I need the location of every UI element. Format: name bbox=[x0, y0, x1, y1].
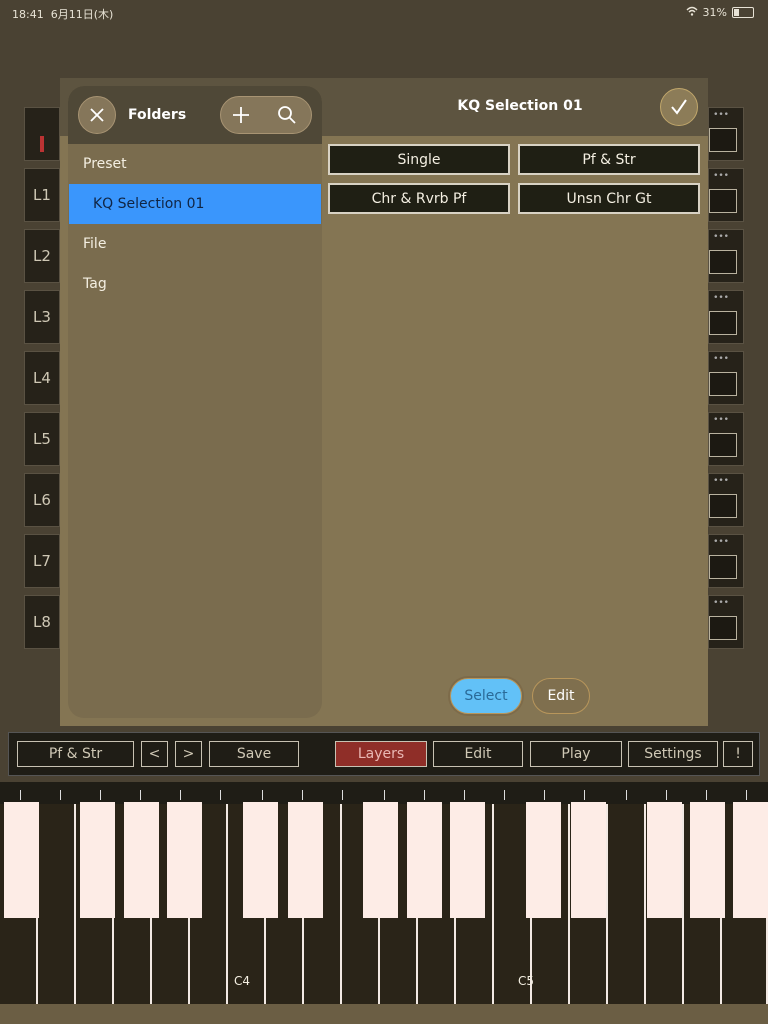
folder-item-kq-selection[interactable]: KQ Selection 01 bbox=[69, 184, 321, 224]
folders-title: Folders bbox=[128, 107, 187, 123]
black-key[interactable] bbox=[80, 802, 115, 918]
save-button[interactable]: Save bbox=[209, 741, 299, 767]
ruler-tick bbox=[140, 790, 141, 800]
status-right: 31% bbox=[686, 6, 754, 19]
search-icon bbox=[278, 106, 296, 124]
tab-play[interactable]: Play bbox=[530, 741, 622, 767]
ruler-tick bbox=[60, 790, 61, 800]
keyboard-ruler[interactable] bbox=[0, 782, 768, 804]
edit-preset-button[interactable]: Edit bbox=[532, 678, 590, 714]
black-key[interactable] bbox=[124, 802, 159, 918]
prev-preset-button[interactable]: < bbox=[141, 741, 168, 767]
ruler-tick bbox=[584, 790, 585, 800]
add-folder-button[interactable] bbox=[231, 105, 251, 129]
layer-control-2[interactable]: ••• bbox=[708, 229, 744, 283]
black-key[interactable] bbox=[647, 802, 682, 918]
current-preset-button[interactable]: Pf & Str bbox=[17, 741, 134, 767]
ruler-tick bbox=[342, 790, 343, 800]
layer-row-5[interactable]: L5 bbox=[24, 412, 60, 466]
white-key[interactable] bbox=[608, 804, 646, 1004]
battery-icon bbox=[732, 7, 754, 18]
ruler-tick bbox=[262, 790, 263, 800]
layer-control-5[interactable]: ••• bbox=[708, 412, 744, 466]
ruler-tick bbox=[384, 790, 385, 800]
layer-control-3[interactable]: ••• bbox=[708, 290, 744, 344]
status-time: 18:41 6月11日(木) bbox=[12, 8, 114, 21]
black-key[interactable] bbox=[363, 802, 398, 918]
ruler-tick bbox=[504, 790, 505, 800]
layer-row-4[interactable]: L4 bbox=[24, 351, 60, 405]
ruler-tick bbox=[220, 790, 221, 800]
black-key[interactable] bbox=[526, 802, 561, 918]
tab-edit[interactable]: Edit bbox=[433, 741, 523, 767]
layer-control-4[interactable]: ••• bbox=[708, 351, 744, 405]
battery-percent: 31% bbox=[702, 6, 727, 19]
ruler-tick bbox=[20, 790, 21, 800]
search-button[interactable] bbox=[277, 105, 297, 129]
black-key[interactable] bbox=[733, 802, 768, 918]
layer-control-6[interactable]: ••• bbox=[708, 473, 744, 527]
ruler-tick bbox=[424, 790, 425, 800]
layer-row-2[interactable]: L2 bbox=[24, 229, 60, 283]
black-key[interactable] bbox=[571, 802, 606, 918]
keyboard-bottom-bar bbox=[0, 1004, 768, 1024]
layer-control-0[interactable]: ••• bbox=[708, 107, 744, 161]
white-key[interactable] bbox=[38, 804, 76, 1004]
ruler-tick bbox=[100, 790, 101, 800]
black-key[interactable] bbox=[4, 802, 39, 918]
preset-button-chr-rvrb-pf[interactable]: Chr & Rvrb Pf bbox=[328, 183, 510, 214]
key-label-c4: C4 bbox=[234, 974, 251, 988]
next-preset-button[interactable]: > bbox=[175, 741, 202, 767]
folders-panel: Folders Preset KQ Selection 01 File Tag bbox=[68, 86, 322, 718]
ruler-tick bbox=[180, 790, 181, 800]
black-key[interactable] bbox=[243, 802, 278, 918]
layer-control-1[interactable]: ••• bbox=[708, 168, 744, 222]
status-bar: 18:41 6月11日(木) 31% bbox=[0, 0, 768, 24]
ruler-tick bbox=[544, 790, 545, 800]
ruler-tick bbox=[706, 790, 707, 800]
preset-button-unsn-chr-gt[interactable]: Unsn Chr Gt bbox=[518, 183, 700, 214]
confirm-button[interactable] bbox=[660, 88, 698, 126]
ruler-tick bbox=[666, 790, 667, 800]
level-indicator bbox=[40, 136, 44, 152]
ruler-tick bbox=[626, 790, 627, 800]
black-key[interactable] bbox=[690, 802, 725, 918]
preset-modal: KQ Selection 01 Folders Preset KQ Select… bbox=[60, 78, 708, 726]
folder-item-preset[interactable]: Preset bbox=[68, 144, 322, 184]
black-key[interactable] bbox=[167, 802, 202, 918]
black-key[interactable] bbox=[288, 802, 323, 918]
layer-row-7[interactable]: L7 bbox=[24, 534, 60, 588]
black-key[interactable] bbox=[407, 802, 442, 918]
main-toolbar: Pf & Str < > Save Layers Edit Play Setti… bbox=[8, 732, 760, 776]
layer-row-1[interactable]: L1 bbox=[24, 168, 60, 222]
close-button[interactable] bbox=[78, 96, 116, 134]
ruler-tick bbox=[746, 790, 747, 800]
folder-item-tag[interactable]: Tag bbox=[68, 264, 322, 304]
tab-settings[interactable]: Settings bbox=[628, 741, 718, 767]
layer-row-header bbox=[24, 107, 60, 161]
layer-row-3[interactable]: L3 bbox=[24, 290, 60, 344]
info-button[interactable]: ! bbox=[723, 741, 753, 767]
folder-actions bbox=[220, 96, 312, 134]
select-button[interactable]: Select bbox=[450, 678, 522, 714]
folder-item-file[interactable]: File bbox=[68, 224, 322, 264]
layer-row-8[interactable]: L8 bbox=[24, 595, 60, 649]
modal-title: KQ Selection 01 bbox=[457, 98, 583, 114]
tab-layers[interactable]: Layers bbox=[335, 741, 427, 767]
piano-keyboard: C4 C5 bbox=[0, 782, 768, 1024]
layer-row-6[interactable]: L6 bbox=[24, 473, 60, 527]
black-key[interactable] bbox=[450, 802, 485, 918]
close-icon bbox=[90, 108, 104, 122]
ruler-tick bbox=[464, 790, 465, 800]
preset-button-single[interactable]: Single bbox=[328, 144, 510, 175]
plus-icon bbox=[233, 107, 249, 123]
key-label-c5: C5 bbox=[518, 974, 535, 988]
ruler-tick bbox=[302, 790, 303, 800]
layer-control-7[interactable]: ••• bbox=[708, 534, 744, 588]
preset-button-pf-str[interactable]: Pf & Str bbox=[518, 144, 700, 175]
layer-control-8[interactable]: ••• bbox=[708, 595, 744, 649]
wifi-icon bbox=[686, 6, 698, 19]
checkmark-icon bbox=[671, 99, 687, 115]
